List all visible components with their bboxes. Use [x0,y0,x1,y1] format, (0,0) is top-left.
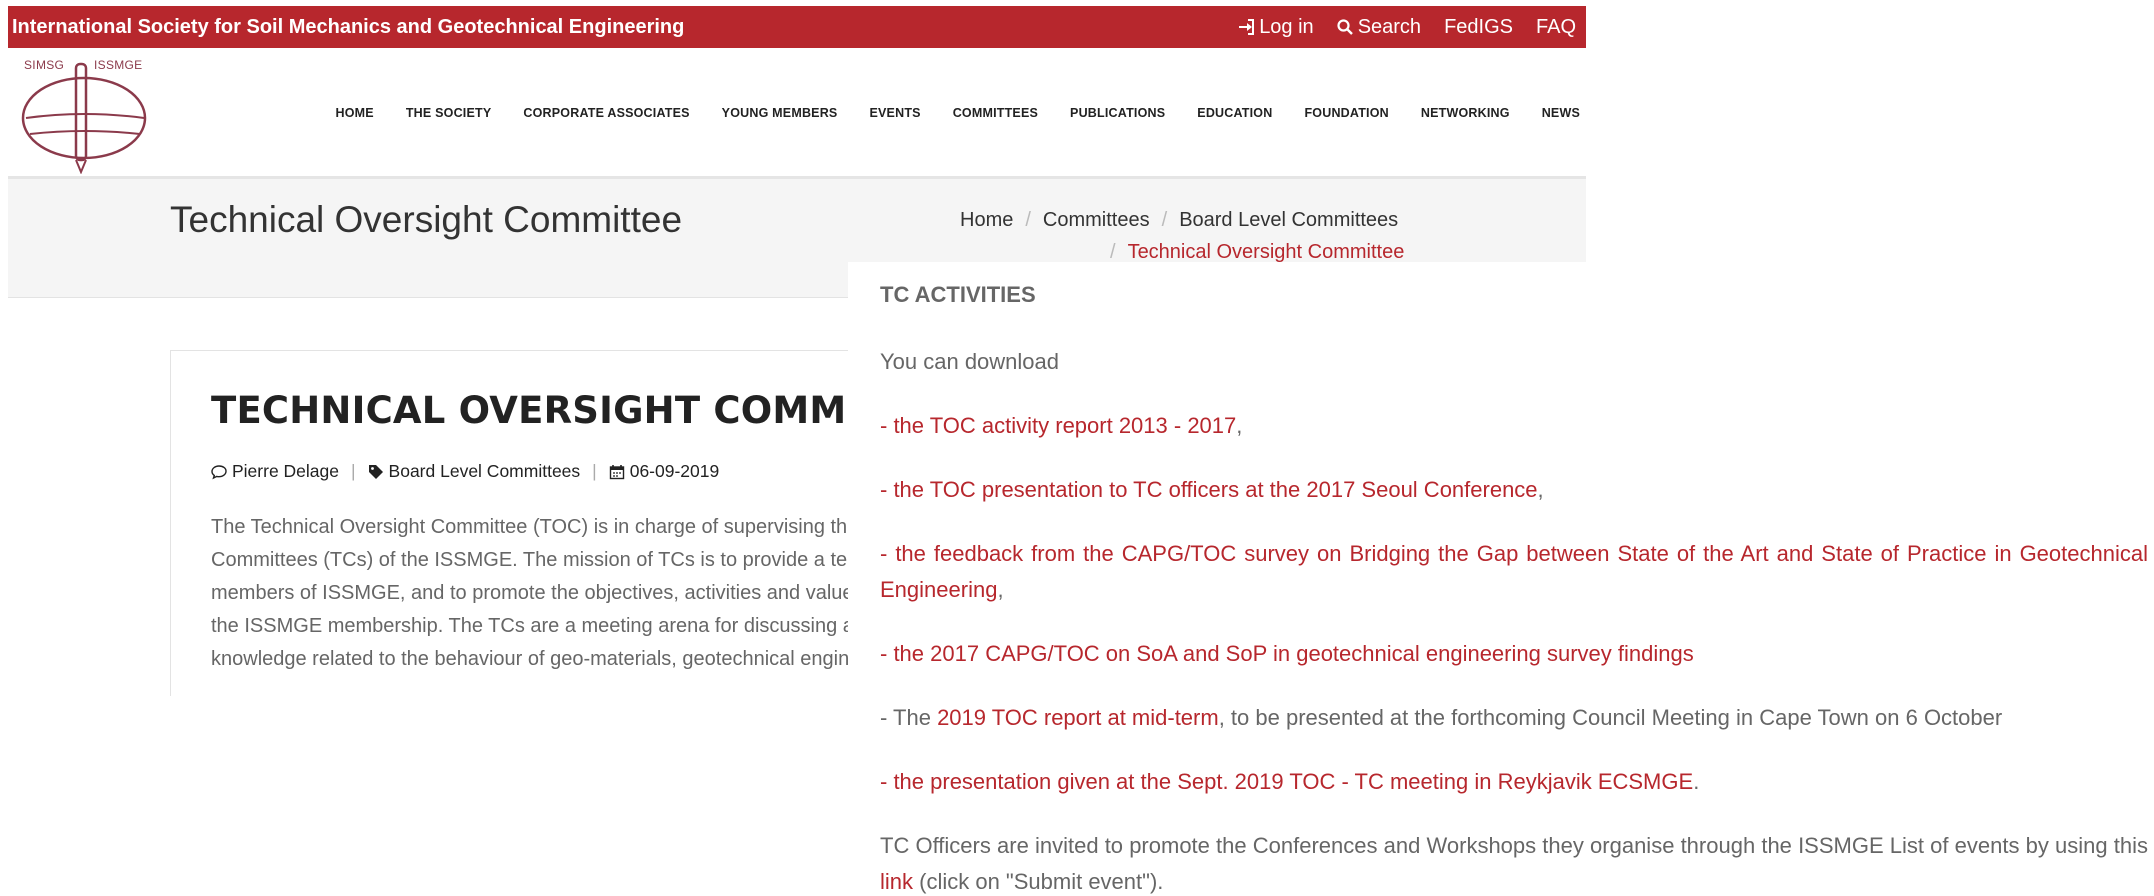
download-item: - the TOC activity report 2013 - 2017, [880,408,2148,444]
item-trailing-punctuation: , [997,577,1004,602]
article-card: TECHNICAL OVERSIGHT COMMITTEE Pierre Del… [170,350,1025,696]
menu-foundation[interactable]: FOUNDATION [1304,106,1388,120]
midterm-prefix: - The [880,705,938,730]
menu-committees[interactable]: COMMITTEES [953,106,1038,120]
comment-icon [211,464,227,479]
reykjavik-presentation-link[interactable]: - the presentation given at the Sept. 20… [880,769,1693,794]
faq-link[interactable]: FAQ [1536,16,1576,39]
sign-in-icon [1239,19,1255,35]
breadcrumb-home[interactable]: Home [960,209,1013,231]
breadcrumb-committees[interactable]: Committees [1043,209,1150,231]
toc-activity-report-link[interactable]: - the TOC activity report 2013 - 2017 [880,413,1236,438]
page-title: Technical Oversight Committee [170,199,683,240]
menu-home[interactable]: HOME [336,106,374,120]
menu-publications[interactable]: PUBLICATIONS [1070,106,1165,120]
download-item: - the TOC presentation to TC officers at… [880,472,2148,508]
menu-events[interactable]: EVENTS [869,106,920,120]
search-link[interactable]: Search [1337,16,1421,39]
midterm-suffix: , to be presented at the forthcoming Cou… [1218,705,2003,730]
main-menu: HOME THE SOCIETY CORPORATE ASSOCIATES YO… [304,106,1580,120]
reykjavik-item: - the presentation given at the Sept. 20… [880,764,2148,800]
toc-midterm-report-link[interactable]: 2019 TOC report at mid-term [937,705,1219,730]
article-date: 06-09-2019 [629,461,720,481]
submit-event-link[interactable]: link [880,869,913,894]
login-link[interactable]: Log in [1238,16,1314,39]
menu-networking[interactable]: NETWORKING [1421,106,1510,120]
menu-corporate-associates[interactable]: CORPORATE ASSOCIATES [523,106,689,120]
article-author[interactable]: Pierre Delage [232,461,339,482]
toc-seoul-presentation-link[interactable]: - the TOC presentation to TC officers at… [880,477,1538,502]
tc-officers-note: TC Officers are invited to promote the C… [880,828,2148,896]
login-label: Log in [1259,15,1314,38]
menu-young-members[interactable]: YOUNG MEMBERS [722,106,838,120]
breadcrumb-separator: / [1025,209,1031,231]
article-category[interactable]: Board Level Committees [389,461,581,482]
search-label: Search [1357,15,1422,38]
tc-activities-panel: TC ACTIVITIES You can download - the TOC… [848,262,2154,896]
officers-text: TC Officers are invited to promote the C… [880,833,2148,858]
breadcrumb-separator: / [1110,241,1116,263]
breadcrumb-separator: / [1161,209,1168,231]
meta-separator: | [592,461,597,481]
capg-toc-survey-findings-link[interactable]: - the 2017 CAPG/TOC on SoA and SoP in ge… [880,641,1694,666]
breadcrumb-current: Technical Oversight Committee [1127,241,1405,263]
capg-toc-feedback-link[interactable]: - the feedback from the CAPG/TOC survey … [880,541,2148,602]
download-item: - the 2017 CAPG/TOC on SoA and SoP in ge… [880,636,2148,672]
logo-emblem-icon [21,62,147,174]
menu-education[interactable]: EDUCATION [1197,106,1272,120]
item-trailing-punctuation: , [1537,477,1544,502]
item-trailing-punctuation: . [1693,769,1700,794]
officers-text-end: (click on "Submit event"). [913,869,1164,894]
calendar-icon [609,464,624,479]
top-links: Log in Search FedIGS FAQ [1215,6,1576,48]
download-intro: You can download [880,349,1060,374]
article-meta: Pierre Delage | Board Level Committees |… [211,461,719,482]
menu-news[interactable]: NEWS [1542,106,1580,120]
search-icon [1337,19,1353,35]
main-navigation-row: SIMSG ISSMGE HOME THE SOCIETY CORPORATE … [8,48,1586,179]
fedigs-link[interactable]: FedIGS [1444,16,1513,39]
item-trailing-punctuation: , [1236,413,1243,438]
top-bar: International Society for Soil Mechanics… [8,6,1586,48]
site-brand-link[interactable]: International Society for Soil Mechanics… [12,6,684,48]
meta-separator: | [351,461,356,481]
tc-activities-heading: TC ACTIVITIES [880,282,1036,307]
download-item: - the feedback from the CAPG/TOC survey … [880,536,2148,608]
menu-the-society[interactable]: THE SOCIETY [406,106,492,120]
midterm-report-item: - The 2019 TOC report at mid-term, to be… [880,700,2148,736]
issmge-logo[interactable]: SIMSG ISSMGE [20,58,150,174]
tag-icon [368,464,383,479]
breadcrumb-board-level-committees[interactable]: Board Level Committees [1179,209,1398,231]
